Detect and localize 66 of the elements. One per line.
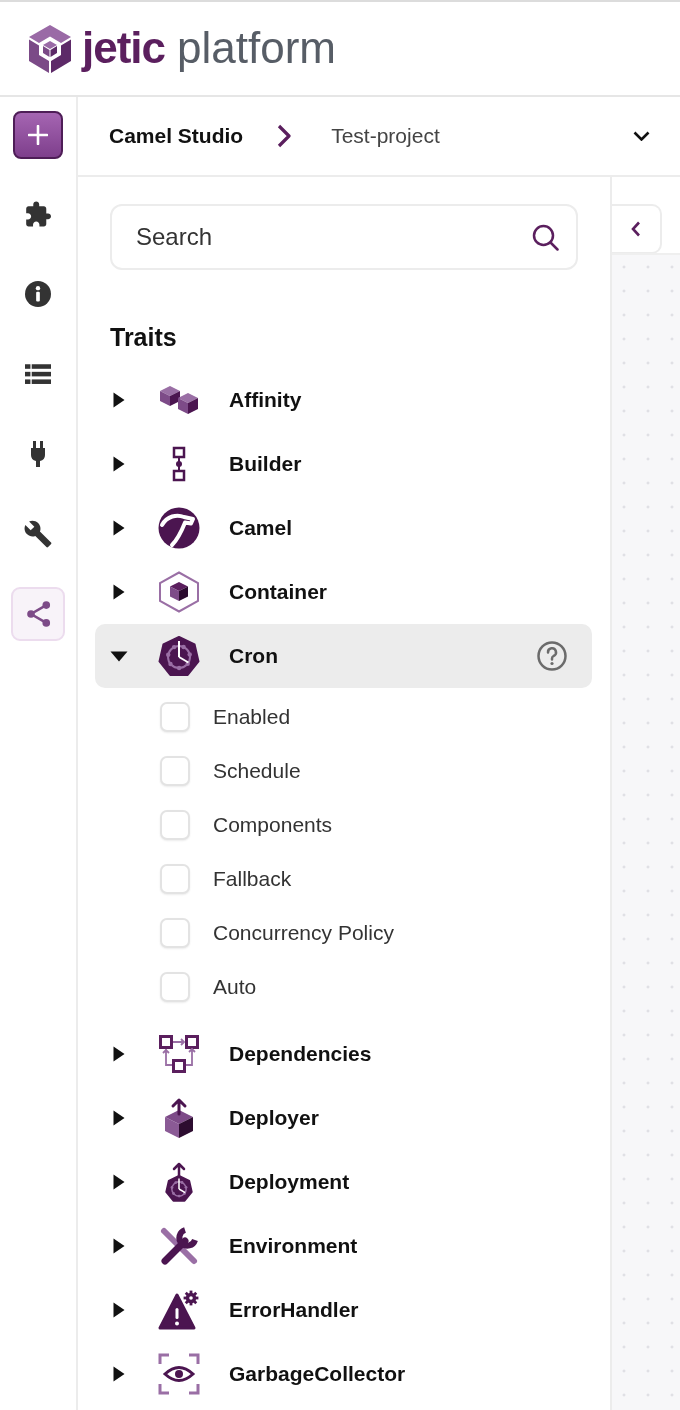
circle-emblem-icon bbox=[158, 507, 200, 549]
product-name: platform bbox=[177, 24, 336, 73]
checkbox[interactable] bbox=[160, 702, 190, 732]
section-heading: Traits bbox=[110, 322, 178, 352]
sidebar-button[interactable] bbox=[11, 587, 65, 641]
tree-item[interactable]: Container bbox=[95, 560, 592, 624]
list-icon[interactable] bbox=[25, 363, 51, 385]
plug-icon[interactable] bbox=[30, 441, 46, 467]
wheel-arrow-icon bbox=[163, 1161, 195, 1203]
checkbox[interactable] bbox=[160, 918, 190, 948]
caret-right-icon[interactable] bbox=[113, 456, 125, 472]
caret-right-icon[interactable] bbox=[113, 1174, 125, 1190]
tree-item[interactable]: GarbageCollector bbox=[95, 1342, 592, 1406]
linked-squares-icon bbox=[172, 446, 186, 482]
search-icon[interactable] bbox=[532, 224, 559, 251]
chevron-right-icon bbox=[277, 124, 292, 148]
tree-item[interactable]: Deployer bbox=[95, 1086, 592, 1150]
tree-item[interactable]: Builder bbox=[95, 432, 592, 496]
hexagon-cube-icon bbox=[158, 571, 200, 613]
wrench-icon[interactable] bbox=[24, 520, 52, 548]
logo-icon bbox=[28, 23, 72, 74]
tree-item[interactable]: Camel bbox=[95, 496, 592, 560]
caret-right-icon[interactable] bbox=[113, 1110, 125, 1126]
caret-down-icon[interactable] bbox=[110, 650, 128, 662]
warning-gear-icon bbox=[158, 1289, 200, 1331]
caret-right-icon[interactable] bbox=[113, 1302, 125, 1318]
cubes-icon bbox=[158, 385, 200, 415]
checkbox-label: Schedule bbox=[213, 758, 301, 785]
brand-name: jetic bbox=[82, 24, 166, 73]
chevron-down-icon bbox=[633, 131, 650, 141]
tree-item[interactable]: ErrorHandler bbox=[95, 1278, 592, 1342]
caret-right-icon[interactable] bbox=[113, 392, 125, 408]
search-field[interactable]: Search bbox=[110, 204, 578, 270]
share-icon[interactable] bbox=[25, 600, 51, 628]
tree-item[interactable]: Cron bbox=[95, 624, 592, 688]
tree-item[interactable]: Dependencies bbox=[95, 1022, 592, 1086]
caret-right-icon[interactable] bbox=[113, 1366, 125, 1382]
breadcrumb-link[interactable]: Camel Studio bbox=[109, 120, 244, 152]
help-icon[interactable] bbox=[537, 641, 567, 671]
project-dropdown[interactable]: Test-project bbox=[331, 112, 680, 160]
checkbox[interactable] bbox=[160, 810, 190, 840]
plus-icon bbox=[28, 125, 48, 145]
tree-item[interactable]: Affinity bbox=[95, 368, 592, 432]
checkbox[interactable] bbox=[160, 972, 190, 1002]
checkbox[interactable] bbox=[160, 756, 190, 786]
add-button[interactable] bbox=[13, 111, 63, 159]
tree-item[interactable]: Environment bbox=[95, 1214, 592, 1278]
connected-squares-icon bbox=[158, 1034, 200, 1074]
checkbox-label: Enabled bbox=[213, 704, 291, 731]
caret-right-icon[interactable] bbox=[113, 584, 125, 600]
clock-wheel-icon bbox=[158, 634, 200, 678]
checkbox-label: Fallback bbox=[213, 866, 292, 893]
checkbox[interactable] bbox=[160, 864, 190, 894]
cube-arrow-icon bbox=[163, 1097, 195, 1139]
puzzle-icon[interactable] bbox=[25, 201, 51, 227]
checkbox-label: Components bbox=[213, 812, 333, 839]
eye-scan-icon bbox=[158, 1353, 200, 1395]
caret-right-icon[interactable] bbox=[113, 520, 125, 536]
tree-item[interactable]: Deployment bbox=[95, 1150, 592, 1214]
info-icon[interactable] bbox=[25, 281, 51, 307]
checkbox-label: Concurrency Policy bbox=[213, 920, 394, 947]
caret-right-icon[interactable] bbox=[113, 1238, 125, 1254]
checkbox-label: Auto bbox=[213, 974, 257, 1001]
caret-right-icon[interactable] bbox=[113, 1046, 125, 1062]
chevron-left-icon bbox=[631, 221, 641, 237]
tools-icon bbox=[158, 1225, 200, 1267]
